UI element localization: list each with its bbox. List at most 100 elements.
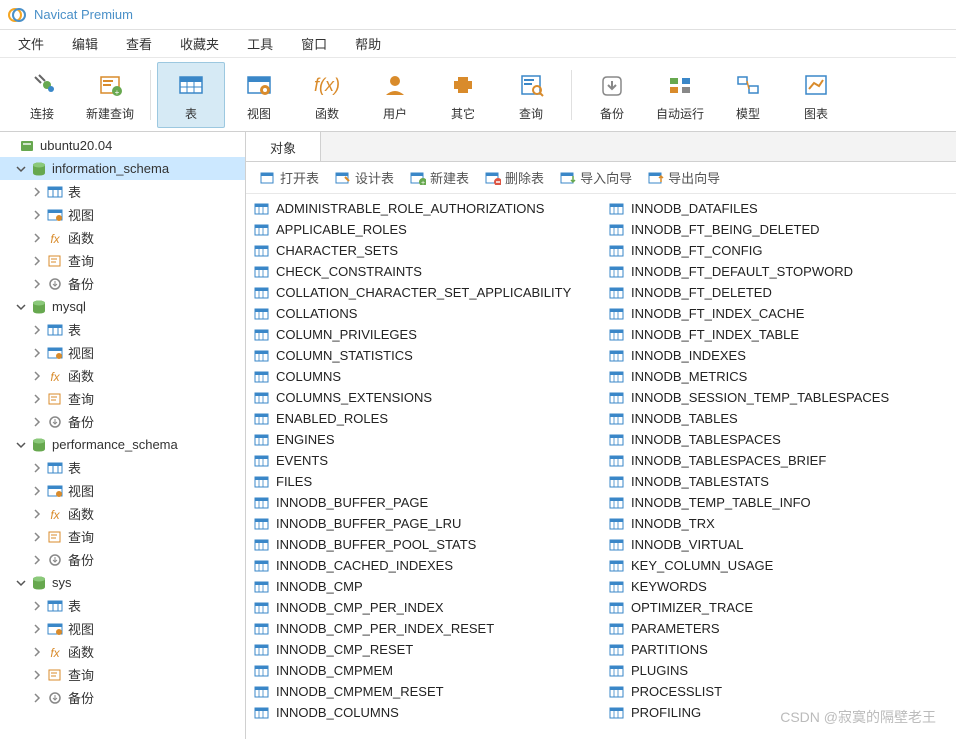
toolbar-user-button[interactable]: 用户 (361, 62, 429, 128)
expander-icon[interactable] (2, 139, 16, 153)
toolbar-new-query-button[interactable]: +新建查询 (76, 62, 144, 128)
expander-icon[interactable] (14, 438, 28, 452)
expander-icon[interactable] (30, 622, 44, 636)
table-row[interactable]: COLUMNS_EXTENSIONS (252, 387, 607, 408)
tree-item-函数[interactable]: fx函数 (0, 640, 245, 663)
expander-icon[interactable] (30, 645, 44, 659)
table-row[interactable]: INNODB_BUFFER_PAGE_LRU (252, 513, 607, 534)
table-row[interactable]: OPTIMIZER_TRACE (607, 597, 956, 618)
toolbar-query-button[interactable]: 查询 (497, 62, 565, 128)
menu-item-收藏夹[interactable]: 收藏夹 (166, 30, 233, 57)
table-row[interactable]: KEYWORDS (607, 576, 956, 597)
table-row[interactable]: EVENTS (252, 450, 607, 471)
table-row[interactable]: KEY_COLUMN_USAGE (607, 555, 956, 576)
table-row[interactable]: INNODB_CMP_PER_INDEX (252, 597, 607, 618)
tree-item-查询[interactable]: 查询 (0, 663, 245, 686)
expander-icon[interactable] (30, 691, 44, 705)
menu-item-编辑[interactable]: 编辑 (58, 30, 112, 57)
table-row[interactable]: ADMINISTRABLE_ROLE_AUTHORIZATIONS (252, 198, 607, 219)
tree-item-ubuntu20.04[interactable]: ubuntu20.04 (0, 134, 245, 157)
tree-item-查询[interactable]: 查询 (0, 525, 245, 548)
table-row[interactable]: INNODB_CMP_PER_INDEX_RESET (252, 618, 607, 639)
table-row[interactable]: COLLATION_CHARACTER_SET_APPLICABILITY (252, 282, 607, 303)
tree-item-备份[interactable]: 备份 (0, 410, 245, 433)
toolbar-plug-button[interactable]: 连接 (8, 62, 76, 128)
tree-item-表[interactable]: 表 (0, 594, 245, 617)
expander-icon[interactable] (30, 415, 44, 429)
tree-item-备份[interactable]: 备份 (0, 548, 245, 571)
expander-icon[interactable] (30, 507, 44, 521)
table-row[interactable]: CHECK_CONSTRAINTS (252, 261, 607, 282)
table-row[interactable]: INNODB_BUFFER_PAGE (252, 492, 607, 513)
table-row[interactable]: PROCESSLIST (607, 681, 956, 702)
expander-icon[interactable] (30, 346, 44, 360)
tree-item-函数[interactable]: fx函数 (0, 502, 245, 525)
expander-icon[interactable] (30, 392, 44, 406)
table-row[interactable]: COLLATIONS (252, 303, 607, 324)
action-open-table-button[interactable]: 打开表 (254, 165, 325, 190)
table-row[interactable]: INNODB_TEMP_TABLE_INFO (607, 492, 956, 513)
table-row[interactable]: COLUMN_PRIVILEGES (252, 324, 607, 345)
table-row[interactable]: INNODB_FT_INDEX_TABLE (607, 324, 956, 345)
table-row[interactable]: INNODB_SESSION_TEMP_TABLESPACES (607, 387, 956, 408)
table-row[interactable]: INNODB_METRICS (607, 366, 956, 387)
table-row[interactable]: INNODB_VIRTUAL (607, 534, 956, 555)
table-row[interactable]: INNODB_TABLESTATS (607, 471, 956, 492)
action-design-table-button[interactable]: 设计表 (329, 165, 400, 190)
expander-icon[interactable] (30, 231, 44, 245)
toolbar-backup-button[interactable]: 备份 (578, 62, 646, 128)
toolbar-view-button[interactable]: 视图 (225, 62, 293, 128)
menu-item-查看[interactable]: 查看 (112, 30, 166, 57)
tree-item-视图[interactable]: 视图 (0, 617, 245, 640)
tree-item-视图[interactable]: 视图 (0, 341, 245, 364)
expander-icon[interactable] (30, 668, 44, 682)
expander-icon[interactable] (14, 162, 28, 176)
tree-item-函数[interactable]: fx函数 (0, 226, 245, 249)
table-row[interactable]: INNODB_FT_BEING_DELETED (607, 219, 956, 240)
expander-icon[interactable] (30, 461, 44, 475)
table-row[interactable]: APPLICABLE_ROLES (252, 219, 607, 240)
action-import-button[interactable]: 导入向导 (554, 165, 638, 190)
tree-item-sys[interactable]: sys (0, 571, 245, 594)
table-row[interactable]: INNODB_FT_DELETED (607, 282, 956, 303)
tree-item-函数[interactable]: fx函数 (0, 364, 245, 387)
action-delete-table-button[interactable]: 删除表 (479, 165, 550, 190)
expander-icon[interactable] (30, 185, 44, 199)
expander-icon[interactable] (30, 208, 44, 222)
table-row[interactable]: INNODB_CMP_RESET (252, 639, 607, 660)
table-row[interactable]: CHARACTER_SETS (252, 240, 607, 261)
table-row[interactable]: COLUMNS (252, 366, 607, 387)
tree-item-表[interactable]: 表 (0, 456, 245, 479)
action-new-table-button[interactable]: +新建表 (404, 165, 475, 190)
toolbar-table-button[interactable]: 表 (157, 62, 225, 128)
toolbar-auto-button[interactable]: 自动运行 (646, 62, 714, 128)
table-row[interactable]: INNODB_TRX (607, 513, 956, 534)
table-row[interactable]: INNODB_TABLESPACES (607, 429, 956, 450)
table-row[interactable]: INNODB_BUFFER_POOL_STATS (252, 534, 607, 555)
toolbar-model-button[interactable]: 模型 (714, 62, 782, 128)
table-row[interactable]: INNODB_CMPMEM (252, 660, 607, 681)
table-row[interactable]: ENABLED_ROLES (252, 408, 607, 429)
tree-item-视图[interactable]: 视图 (0, 203, 245, 226)
table-row[interactable]: INNODB_CMPMEM_RESET (252, 681, 607, 702)
table-row[interactable]: INNODB_CACHED_INDEXES (252, 555, 607, 576)
table-row[interactable]: INNODB_FT_DEFAULT_STOPWORD (607, 261, 956, 282)
table-row[interactable]: PARAMETERS (607, 618, 956, 639)
table-row[interactable]: COLUMN_STATISTICS (252, 345, 607, 366)
menu-item-工具[interactable]: 工具 (233, 30, 287, 57)
tree-item-mysql[interactable]: mysql (0, 295, 245, 318)
menu-item-帮助[interactable]: 帮助 (341, 30, 395, 57)
menu-item-文件[interactable]: 文件 (4, 30, 58, 57)
tree-item-查询[interactable]: 查询 (0, 249, 245, 272)
table-row[interactable]: PROFILING (607, 702, 956, 723)
toolbar-fx-button[interactable]: f(x)函数 (293, 62, 361, 128)
tree-item-performance_schema[interactable]: performance_schema (0, 433, 245, 456)
table-row[interactable]: INNODB_INDEXES (607, 345, 956, 366)
tree-item-表[interactable]: 表 (0, 318, 245, 341)
tree-item-查询[interactable]: 查询 (0, 387, 245, 410)
table-row[interactable]: ENGINES (252, 429, 607, 450)
toolbar-other-button[interactable]: 其它 (429, 62, 497, 128)
table-row[interactable]: INNODB_COLUMNS (252, 702, 607, 723)
expander-icon[interactable] (14, 576, 28, 590)
table-row[interactable]: INNODB_TABLESPACES_BRIEF (607, 450, 956, 471)
